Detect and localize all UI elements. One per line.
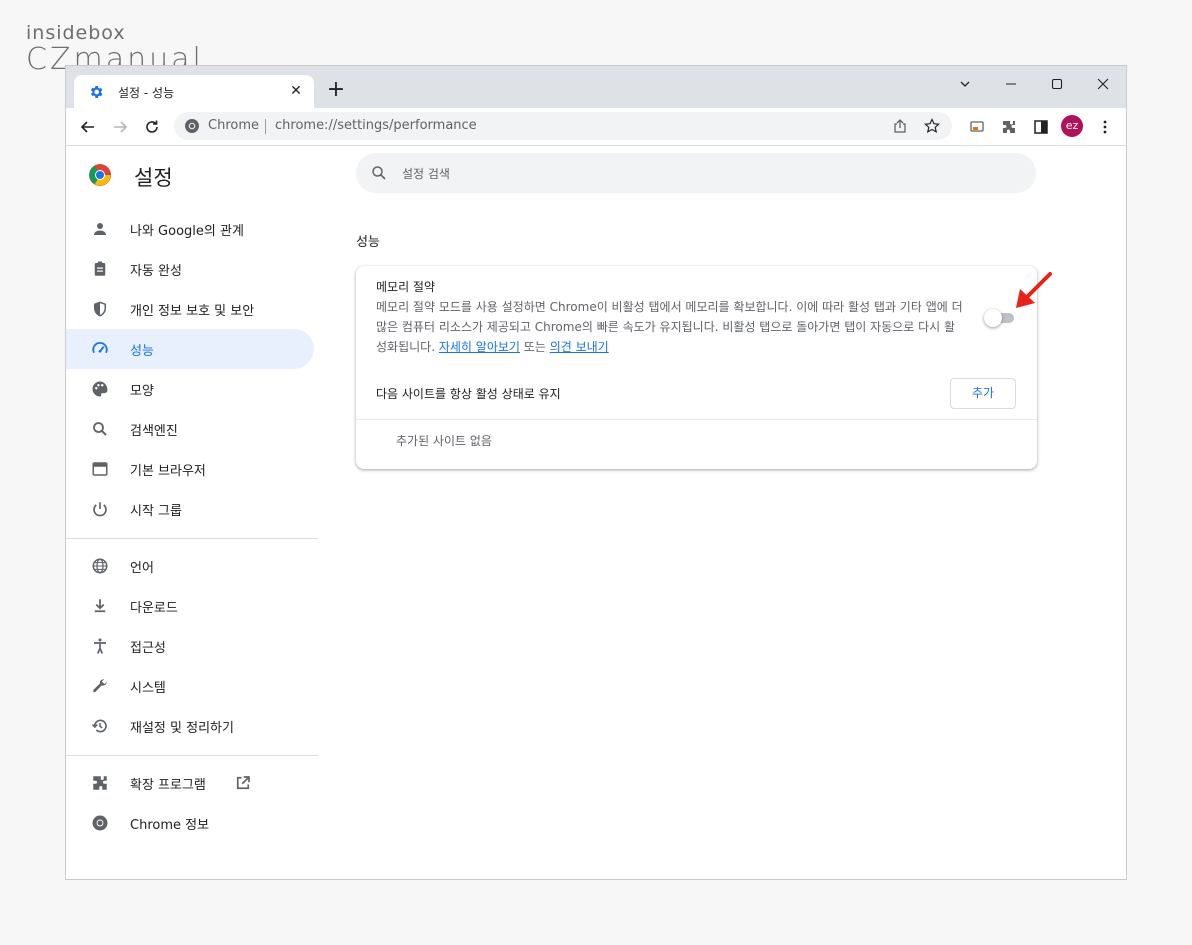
sidebar-item-label: 시스템 [130, 681, 166, 696]
memory-saver-title: 메모리 절약 [376, 280, 436, 294]
tab-search-chevron-icon[interactable] [942, 70, 988, 98]
sidebar-divider [66, 538, 318, 539]
cast-media-icon[interactable] [965, 115, 989, 139]
sidebar-item-label: 재설정 및 정리하기 [130, 721, 234, 736]
browser-icon [90, 459, 110, 479]
gear-icon [88, 84, 104, 100]
settings-title: 설정 [134, 166, 173, 190]
side-panel-icon[interactable] [1029, 115, 1053, 139]
puzzle-icon [90, 773, 110, 793]
no-sites-text: 추가된 사이트 없음 [396, 434, 492, 448]
sidebar-item-default-browser[interactable]: 기본 브라우저 [66, 449, 314, 489]
chrome-logo-icon [88, 161, 112, 189]
section-title-performance: 성능 [356, 235, 380, 250]
download-icon [90, 596, 110, 616]
kebab-menu-icon[interactable] [1093, 115, 1117, 139]
address-bar[interactable]: Chrome chrome://settings/performance [174, 112, 952, 140]
sidebar-item-label: 다운로드 [130, 601, 178, 616]
sidebar-item-performance[interactable]: 성능 [66, 329, 314, 369]
open-in-new-icon [234, 774, 252, 792]
search-placeholder: 설정 검색 [402, 167, 450, 181]
sidebar-item-on-startup[interactable]: 시작 그룹 [66, 489, 314, 529]
toggle-knob [984, 309, 1002, 327]
sidebar-item-privacy[interactable]: 개인 정보 보호 및 보안 [66, 289, 314, 329]
watermark-line1: insidebox [26, 22, 126, 44]
title-bar: 설정 - 성능 ✕ + [66, 66, 1126, 108]
omnibox-url: chrome://settings/performance [275, 118, 477, 133]
sidebar-item-label: 시작 그룹 [130, 504, 182, 519]
omnibox-separator [265, 119, 266, 134]
sidebar-item-label: 성능 [130, 344, 154, 359]
maximize-icon[interactable] [1034, 70, 1080, 98]
memory-saver-description: 메모리 절약 모드를 사용 설정하면 Chrome이 비활성 탭에서 메모리를 … [376, 297, 966, 357]
sidebar-item-label: 모양 [130, 384, 154, 399]
clipboard-icon [90, 259, 110, 279]
add-site-button[interactable]: 추가 [950, 378, 1016, 409]
sidebar-item-downloads[interactable]: 다운로드 [66, 586, 314, 626]
tab-title: 설정 - 성능 [118, 86, 175, 100]
learn-more-link[interactable]: 자세히 알아보기 [439, 340, 520, 354]
palette-icon [90, 379, 110, 399]
sidebar-item-search-engine[interactable]: 검색엔진 [66, 409, 314, 449]
memory-saver-toggle[interactable] [984, 309, 1014, 327]
accessibility-icon [90, 636, 110, 656]
performance-card: 메모리 절약 메모리 절약 모드를 사용 설정하면 Chrome이 비활성 탭에… [356, 266, 1037, 469]
settings-sidebar: 설정 나와 Google의 관계 자동 완성 개인 정보 보호 및 보안 성능 … [66, 147, 318, 879]
chrome-icon [90, 813, 110, 833]
search-icon [90, 419, 110, 439]
reload-icon[interactable] [140, 115, 164, 139]
sidebar-item-autofill[interactable]: 자동 완성 [66, 249, 314, 289]
sidebar-item-label: 나와 Google의 관계 [130, 224, 244, 239]
browser-window: 설정 - 성능 ✕ + Chrome chrome://settings/per… [65, 65, 1127, 880]
chrome-site-icon [184, 118, 200, 134]
power-icon [90, 499, 110, 519]
sidebar-divider [66, 755, 318, 756]
sidebar-item-label: 검색엔진 [130, 424, 178, 439]
restore-icon [90, 716, 110, 736]
always-active-sites-label: 다음 사이트를 항상 활성 상태로 유지 [376, 387, 561, 401]
speedometer-icon [90, 339, 110, 359]
sidebar-item-languages[interactable]: 언어 [66, 546, 314, 586]
close-window-icon[interactable] [1080, 70, 1126, 98]
person-icon [90, 219, 110, 239]
profile-avatar[interactable]: ez [1061, 115, 1083, 137]
sidebar-item-extensions[interactable]: 확장 프로그램 [66, 763, 314, 803]
extensions-puzzle-icon[interactable] [997, 115, 1021, 139]
shield-icon [90, 299, 110, 319]
card-divider [356, 419, 1037, 420]
sidebar-item-reset[interactable]: 재설정 및 정리하기 [66, 706, 314, 746]
tab-close-icon[interactable]: ✕ [288, 83, 304, 99]
settings-search-input[interactable]: 설정 검색 [356, 153, 1036, 193]
sidebar-item-label: 언어 [130, 561, 154, 576]
browser-toolbar: Chrome chrome://settings/performance ez [66, 108, 1126, 146]
bookmark-star-icon[interactable] [924, 118, 940, 134]
sidebar-item-accessibility[interactable]: 접근성 [66, 626, 314, 666]
sidebar-item-google-account[interactable]: 나와 Google의 관계 [66, 209, 314, 249]
forward-arrow-icon[interactable] [108, 115, 132, 139]
search-icon [370, 164, 388, 182]
or-text: 또는 [523, 340, 546, 354]
sidebar-item-label: 개인 정보 보호 및 보안 [130, 304, 255, 319]
share-icon[interactable] [892, 118, 908, 134]
sidebar-item-label: 확장 프로그램 [130, 778, 206, 793]
send-feedback-link[interactable]: 의견 보내기 [550, 340, 609, 354]
annotation-arrow-icon [1016, 272, 1052, 308]
sidebar-item-about-chrome[interactable]: Chrome 정보 [66, 803, 314, 843]
new-tab-button[interactable]: + [324, 79, 348, 103]
sidebar-item-label: Chrome 정보 [130, 818, 210, 833]
wrench-icon [90, 676, 110, 696]
sidebar-item-label: 기본 브라우저 [130, 464, 206, 479]
tab-settings-performance[interactable]: 설정 - 성능 ✕ [74, 75, 314, 108]
sidebar-item-appearance[interactable]: 모양 [66, 369, 314, 409]
minimize-icon[interactable] [988, 70, 1034, 98]
sidebar-item-label: 자동 완성 [130, 264, 182, 279]
sidebar-item-label: 접근성 [130, 641, 166, 656]
sidebar-item-system[interactable]: 시스템 [66, 666, 314, 706]
globe-icon [90, 556, 110, 576]
back-arrow-icon[interactable] [76, 115, 100, 139]
omnibox-site-label: Chrome [208, 118, 259, 133]
